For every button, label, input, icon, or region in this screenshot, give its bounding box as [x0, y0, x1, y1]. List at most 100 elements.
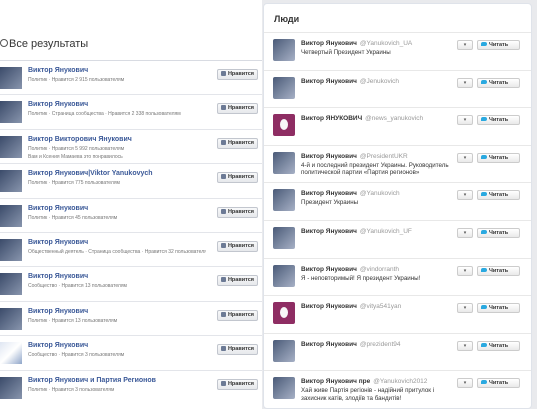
result-name-link[interactable]: Виктор Янукович — [28, 101, 88, 108]
follow-button[interactable]: Читать — [477, 378, 520, 389]
list-item[interactable]: Виктор Янукович Политик · Нравится 13 пол… — [0, 300, 262, 335]
follow-button[interactable]: Читать — [477, 190, 520, 201]
list-item[interactable]: Виктор Янукович Политик · Нравится 2 915 … — [0, 60, 262, 94]
result-name-link[interactable]: Виктор Янукович — [28, 67, 88, 74]
list-item[interactable]: Виктор Янукович @PresidentUKR 4-й и послед… — [264, 144, 531, 183]
avatar[interactable] — [0, 135, 22, 158]
default-egg-avatar[interactable] — [273, 302, 295, 325]
user-actions-dropdown[interactable]: ▾ — [457, 303, 473, 314]
like-button[interactable]: Нравится — [216, 137, 258, 149]
avatar[interactable] — [0, 273, 22, 296]
avatar[interactable] — [0, 342, 22, 365]
user-name-link[interactable]: Виктор Янукович @Yanukovich — [301, 190, 400, 197]
thumbs-up-icon — [220, 277, 226, 283]
list-item[interactable]: Виктор Янукович @vindorranth Я - неповтори… — [264, 257, 531, 296]
avatar[interactable] — [0, 376, 22, 399]
like-button[interactable]: Нравится — [216, 172, 258, 184]
avatar[interactable] — [0, 238, 22, 261]
user-name-link[interactable]: Виктор Янукович пре @Yanukovich2012 — [301, 378, 427, 385]
result-name-link[interactable]: Виктор Янукович|Viktor Yanukovych — [28, 170, 153, 177]
list-item[interactable]: Виктор Янукович Сообщество · Нравится 3 п… — [0, 335, 262, 369]
list-item[interactable]: Виктор Янукович @Jenukovich ▾ Читать — [264, 69, 531, 108]
result-subtitle: Сообщество · Нравится 13 пользователям — [28, 283, 127, 290]
result-name-link[interactable]: Виктор Янукович — [28, 308, 88, 315]
user-actions-dropdown[interactable]: ▾ — [457, 115, 473, 126]
like-button-label: Нравится — [227, 105, 254, 112]
user-actions-dropdown[interactable]: ▾ — [457, 190, 473, 201]
result-name-link[interactable]: Виктор Янукович — [28, 205, 88, 212]
user-name-link[interactable]: Виктор Янукович @Jenukovich — [301, 78, 399, 85]
follow-button[interactable]: Читать — [477, 303, 520, 314]
follow-button[interactable]: Читать — [477, 115, 520, 126]
user-handle: @vitya541yan — [359, 303, 402, 311]
person-dropdown-icon: ▾ — [463, 154, 467, 161]
list-item[interactable]: Виктор Янукович @vitya541yan ▾ Читать — [264, 295, 531, 333]
avatar[interactable] — [273, 39, 295, 61]
list-item[interactable]: Виктор Янукович Общественный деятель · Ст… — [0, 231, 262, 266]
list-item[interactable]: Виктор Янукович @Yanukovich_UF ▾ Читать — [264, 219, 531, 258]
user-actions-dropdown[interactable]: ▾ — [457, 77, 473, 88]
user-name-link[interactable]: Виктор Янукович @PresidentUKR — [301, 153, 408, 160]
like-button[interactable]: Нравится — [216, 275, 258, 287]
list-item[interactable]: Виктор Янукович и Партия Регионов Политик… — [0, 369, 262, 404]
follow-button[interactable]: Читать — [477, 40, 520, 50]
list-item[interactable]: Виктор Янукович Сообщество · Нравится 13 … — [0, 266, 262, 300]
result-name-link[interactable]: Виктор Янукович — [28, 342, 88, 349]
follow-button-label: Читать — [489, 380, 509, 387]
follow-button[interactable]: Читать — [477, 265, 520, 276]
list-item[interactable]: Виктор ЯНУКОВИЧ @news_yanukovich ▾ Читать — [264, 107, 531, 145]
like-button[interactable]: Нравится — [216, 309, 258, 321]
avatar[interactable] — [0, 204, 22, 227]
avatar[interactable] — [273, 189, 295, 212]
result-name-link[interactable]: Виктор Янукович — [28, 239, 88, 246]
like-button[interactable]: Нравится — [216, 378, 258, 390]
avatar[interactable] — [273, 264, 295, 287]
result-name-link[interactable]: Виктор Янукович — [28, 273, 88, 280]
follow-button[interactable]: Читать — [477, 340, 520, 351]
list-item[interactable]: Виктор Янукович пре @Yanukovich2012 Хай жи… — [264, 370, 531, 408]
list-item[interactable]: Виктор Викторович Янукович Политик · Нрав… — [0, 128, 262, 163]
avatar[interactable] — [0, 170, 22, 193]
list-item[interactable]: Виктор Янукович @Yanukovich_UA Четвертый П… — [264, 32, 531, 70]
list-item[interactable]: Виктор Янукович Политик · Нравится 45 пол… — [0, 197, 262, 232]
user-actions-dropdown[interactable]: ▾ — [457, 227, 473, 238]
avatar[interactable] — [273, 76, 295, 99]
user-actions-dropdown[interactable]: ▾ — [457, 152, 473, 163]
user-actions-dropdown[interactable]: ▾ — [457, 265, 473, 276]
twitter-bird-icon — [481, 117, 487, 122]
like-button[interactable]: Нравится — [216, 69, 258, 80]
list-item[interactable]: Виктор Янукович Политик · Страница сообще… — [0, 94, 262, 128]
user-actions-dropdown[interactable]: ▾ — [457, 40, 473, 50]
like-button[interactable]: Нравится — [216, 206, 258, 218]
user-name-link[interactable]: Виктор Янукович @Yanukovich_UA — [301, 40, 412, 47]
avatar[interactable] — [0, 307, 22, 330]
like-button[interactable]: Нравится — [216, 240, 258, 252]
user-name-link[interactable]: Виктор Янукович @prezident94 — [301, 341, 400, 348]
like-button[interactable]: Нравится — [216, 103, 258, 115]
avatar[interactable] — [0, 101, 22, 124]
like-button[interactable]: Нравится — [216, 344, 258, 356]
list-item[interactable]: Виктор Янукович @prezident94 ▾ Читать — [264, 332, 531, 371]
user-actions-dropdown[interactable]: ▾ — [457, 378, 473, 389]
result-name-link[interactable]: Виктор Янукович и Партия Регионов — [28, 377, 156, 384]
default-egg-avatar[interactable] — [273, 114, 295, 137]
list-item[interactable]: Виктор Янукович @Yanukovich Президент Укра… — [264, 182, 531, 220]
user-name-link[interactable]: Виктор Янукович @vindorranth — [301, 266, 399, 273]
twitter-people-list: Виктор Янукович @Yanukovich_UA Четвертый П… — [264, 32, 531, 408]
avatar[interactable] — [0, 67, 22, 89]
user-name-link[interactable]: Виктор Янукович @vitya541yan — [301, 303, 401, 310]
user-name-link[interactable]: Виктор ЯНУКОВИЧ @news_yanukovich — [301, 115, 423, 122]
follow-button[interactable]: Читать — [477, 77, 520, 88]
avatar[interactable] — [273, 339, 295, 362]
avatar[interactable] — [273, 377, 295, 400]
avatar[interactable] — [273, 226, 295, 249]
list-item[interactable]: Виктор Янукович|Viktor Yanukovych Политик… — [0, 163, 262, 197]
thumbs-up-icon — [220, 346, 226, 352]
result-name-link[interactable]: Виктор Викторович Янукович — [28, 136, 132, 143]
avatar[interactable] — [273, 151, 295, 174]
follow-button[interactable]: Читать — [477, 152, 520, 163]
user-actions-dropdown[interactable]: ▾ — [457, 340, 473, 351]
user-name-link[interactable]: Виктор Янукович @Yanukovich_UF — [301, 228, 412, 235]
result-subtitle: Политик · Нравится 2 915 пользователям — [28, 77, 125, 83]
follow-button[interactable]: Читать — [477, 227, 520, 238]
